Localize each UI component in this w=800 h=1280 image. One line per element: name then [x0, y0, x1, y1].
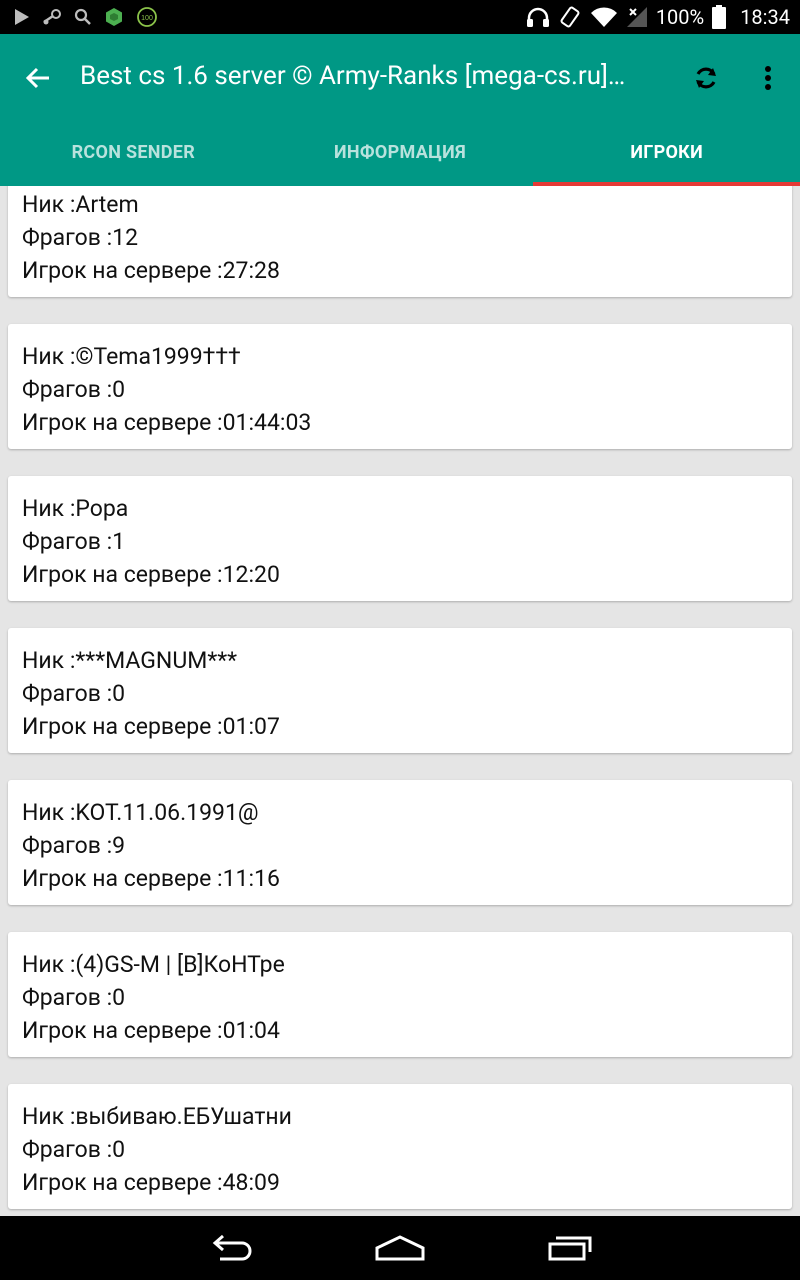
- player-time: Игрок на сервере :48:09: [22, 1169, 280, 1196]
- arrow-back-icon: [25, 67, 49, 89]
- player-card[interactable]: Ник :***MAGNUM*** Фрагов :0 Игрок на сер…: [8, 628, 792, 753]
- tab-players[interactable]: ИГРОКИ: [533, 118, 800, 186]
- player-nick: Ник :(4)GS-M | [B]КоНТре: [22, 951, 285, 978]
- home-icon: [375, 1235, 425, 1261]
- player-card[interactable]: Ник :Artem Фрагов :12 Игрок на сервере :…: [8, 186, 792, 297]
- system-icons: 100% 18:34: [526, 5, 790, 29]
- page-title: Best cs 1.6 server © Army-Ranks [mega-cs…: [80, 61, 626, 91]
- back-icon: [212, 1234, 252, 1261]
- player-frags: Фрагов :9: [22, 832, 126, 859]
- rotate-icon: [558, 5, 582, 29]
- nav-recents-button[interactable]: [522, 1224, 618, 1272]
- nav-back-button[interactable]: [182, 1224, 278, 1272]
- back-button[interactable]: [14, 54, 62, 102]
- app-bar: Best cs 1.6 server © Army-Ranks [mega-cs…: [0, 34, 800, 186]
- battery-percent: 100%: [655, 5, 705, 29]
- player-card[interactable]: Ник :©Tema1999††† Фрагов :0 Игрок на сер…: [8, 324, 792, 449]
- clock: 18:34: [740, 5, 790, 29]
- player-frags: Фрагов :0: [22, 376, 126, 403]
- player-time: Игрок на сервере :12:20: [22, 561, 280, 588]
- steam-icon: [42, 8, 62, 26]
- player-nick: Ник :Artem: [22, 191, 139, 218]
- players-list[interactable]: Ник :Artem Фрагов :12 Игрок на сервере :…: [0, 186, 800, 1216]
- player-frags: Фрагов :0: [22, 1136, 126, 1163]
- recents-icon: [548, 1236, 592, 1261]
- player-nick: Ник :***MAGNUM***: [22, 647, 238, 674]
- player-frags: Фрагов :1: [22, 528, 126, 555]
- player-nick: Ник :выбиваю.ЕБУшатни: [22, 1103, 292, 1130]
- player-time: Игрок на сервере :01:07: [22, 713, 280, 740]
- player-card[interactable]: Ник :(4)GS-M | [B]КоНТре Фрагов :0 Игрок…: [8, 932, 792, 1057]
- game-icon: [104, 7, 124, 27]
- badge-100-icon: 100: [136, 6, 158, 28]
- player-nick: Ник :KOT.11.06.1991@: [22, 799, 259, 826]
- wifi-icon: [590, 6, 618, 28]
- player-card[interactable]: Ник :Popa Фрагов :1 Игрок на сервере :12…: [8, 476, 792, 601]
- refresh-icon: [696, 67, 716, 89]
- player-frags: Фрагов :12: [22, 224, 139, 251]
- tab-bar: RCON SENDER ИНФОРМАЦИЯ ИГРОКИ: [0, 118, 800, 186]
- overflow-menu-button[interactable]: [744, 54, 792, 102]
- player-time: Игрок на сервере :01:44:03: [22, 409, 312, 436]
- play-store-icon: [14, 8, 30, 26]
- refresh-button[interactable]: [682, 54, 730, 102]
- player-time: Игрок на сервере :11:16: [22, 865, 280, 892]
- tab-information[interactable]: ИНФОРМАЦИЯ: [267, 118, 534, 186]
- player-nick: Ник :©Tema1999†††: [22, 343, 241, 370]
- notification-icons: 100: [14, 6, 158, 28]
- player-card[interactable]: Ник :выбиваю.ЕБУшатни Фрагов :0 Игрок на…: [8, 1084, 792, 1209]
- toolbar: Best cs 1.6 server © Army-Ranks [mega-cs…: [0, 34, 800, 118]
- navigation-bar: [0, 1216, 800, 1280]
- tab-rcon-sender[interactable]: RCON SENDER: [0, 118, 267, 186]
- badge-100-text: 100: [141, 15, 153, 22]
- search-icon: [74, 8, 92, 26]
- battery-icon: [712, 5, 727, 29]
- player-frags: Фрагов :0: [22, 984, 126, 1011]
- nav-home-button[interactable]: [352, 1224, 448, 1272]
- headphones-icon: [526, 6, 550, 28]
- status-bar: 100 100% 18:34: [0, 0, 800, 34]
- player-time: Игрок на сервере :27:28: [22, 257, 280, 284]
- player-card[interactable]: Ник :KOT.11.06.1991@ Фрагов :9 Игрок на …: [8, 780, 792, 905]
- player-nick: Ник :Popa: [22, 495, 129, 522]
- player-frags: Фрагов :0: [22, 680, 126, 707]
- more-vert-icon: [765, 66, 771, 90]
- signal-icon: [626, 6, 648, 28]
- player-time: Игрок на сервере :01:04: [22, 1017, 280, 1044]
